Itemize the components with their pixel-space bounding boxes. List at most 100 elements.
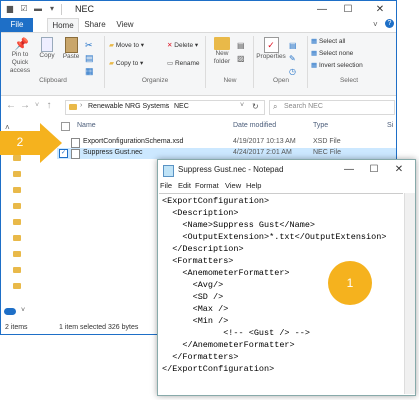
tab-share[interactable]: Share xyxy=(81,18,109,32)
delete-label: Delete xyxy=(174,42,194,49)
explorer-close-button[interactable]: ✕ xyxy=(365,1,395,18)
ribbon-collapse-icon[interactable]: ˅ xyxy=(373,20,378,29)
properties-button[interactable]: ✓ Properties xyxy=(256,37,286,61)
column-header-date[interactable]: Date modified xyxy=(233,122,276,129)
copy-to-button[interactable]: ▰ Copy to ▾ xyxy=(109,59,143,68)
address-dropdown-icon[interactable]: ˅ xyxy=(240,102,244,109)
rename-label: Rename xyxy=(174,60,200,67)
callout-2-label: 2 xyxy=(16,135,24,149)
code-line: </AnemometerFormatter> xyxy=(162,340,295,350)
notepad-maximize-button[interactable]: ☐ xyxy=(363,162,385,178)
refresh-icon[interactable]: ↻ xyxy=(252,102,259,111)
copy-button[interactable]: Copy xyxy=(36,37,58,60)
code-line: </Formatters> xyxy=(162,352,239,362)
back-icon[interactable]: ← xyxy=(5,100,17,111)
ribbon-separator xyxy=(104,36,105,88)
breadcrumb-separator: › xyxy=(80,102,83,109)
file-row-selected[interactable]: ✓ Suppress Gust.nec 4/24/2017 2:01 AM NE… xyxy=(57,148,396,159)
rename-icon: ▭ xyxy=(167,60,174,67)
file-type: XSD File xyxy=(313,138,341,145)
notepad-minimize-button[interactable]: — xyxy=(338,162,360,178)
copy-to-icon: ▰ xyxy=(109,60,114,67)
nav-folder-icon[interactable] xyxy=(13,267,21,273)
quick-access-new-folder-icon[interactable]: ▬ xyxy=(33,4,43,14)
breadcrumb-separator: › xyxy=(166,102,169,109)
quick-access-dropdown-icon[interactable]: ▾ xyxy=(47,4,57,14)
notepad-close-button[interactable]: ✕ xyxy=(388,162,410,178)
select-all-button[interactable]: ▦ Select all xyxy=(311,37,345,46)
address-row: ← → ˅ ↑ › Renewable NRG Systems › NEC ˅ … xyxy=(1,96,396,118)
pin-quick-access-label: Pin to Quick access xyxy=(9,51,31,74)
ribbon-separator xyxy=(253,36,254,88)
rename-button[interactable]: ▭ Rename xyxy=(167,59,200,68)
invert-selection-icon: ▦ xyxy=(311,62,318,69)
status-item-count: 2 items xyxy=(5,324,28,331)
copy-icon xyxy=(41,37,53,52)
clipboard-small-icons[interactable]: ✂ ▤ ▦ xyxy=(85,39,99,79)
file-row[interactable]: ExportConfigurationSchema.xsd 4/19/2017 … xyxy=(57,137,396,148)
forward-icon[interactable]: → xyxy=(19,100,31,111)
nav-folder-icon[interactable] xyxy=(13,203,21,209)
notepad-vertical-scrollbar[interactable] xyxy=(404,193,415,394)
code-line: </ExportConfiguration> xyxy=(162,364,275,374)
open-small-icons[interactable]: ▤ ✎ ◷ xyxy=(289,39,303,78)
paste-label: Paste xyxy=(62,53,80,60)
tab-view[interactable]: View xyxy=(113,18,137,32)
column-header-size[interactable]: Si xyxy=(387,122,393,129)
nec-file-icon xyxy=(71,149,80,159)
up-icon[interactable]: ↑ xyxy=(43,100,55,111)
invert-selection-button[interactable]: ▦ Invert selection xyxy=(311,61,363,70)
search-input[interactable]: ⌕ Search NEC xyxy=(269,100,395,115)
new-item-icons[interactable]: ▤ ▨ xyxy=(237,39,249,65)
pin-quick-access-button[interactable]: 📌 Pin to Quick access xyxy=(5,37,35,75)
properties-label: Properties xyxy=(256,53,286,60)
help-icon[interactable]: ? xyxy=(385,19,394,28)
nav-folder-icon[interactable] xyxy=(13,171,21,177)
code-line: <ExportConfiguration> xyxy=(162,196,270,206)
quick-access-properties-icon[interactable]: ☑ xyxy=(19,4,29,14)
menu-view[interactable]: View xyxy=(225,181,241,190)
code-line: <Min /> xyxy=(162,316,229,326)
search-icon: ⌕ xyxy=(273,102,278,111)
onedrive-icon[interactable] xyxy=(4,308,16,315)
notepad-app-icon xyxy=(163,165,174,177)
organize-group-label: Organize xyxy=(141,77,169,84)
nav-folder-icon[interactable] xyxy=(13,235,21,241)
tab-file[interactable]: File xyxy=(1,18,33,32)
move-to-button[interactable]: ▰ Move to ▾ xyxy=(109,41,144,50)
ribbon: 📌 Pin to Quick access Copy Paste ✂ ▤ ▦ Cli… xyxy=(1,32,396,96)
nav-folder-icon[interactable] xyxy=(13,251,21,257)
nav-folder-icon[interactable] xyxy=(13,219,21,225)
explorer-maximize-button[interactable]: ☐ xyxy=(337,1,359,18)
menu-edit[interactable]: Edit xyxy=(178,181,191,190)
file-date: 4/19/2017 10:13 AM xyxy=(233,138,296,145)
breadcrumb-item[interactable]: NEC xyxy=(174,103,189,110)
nav-folder-icon[interactable] xyxy=(13,283,21,289)
notepad-window: Suppress Gust.nec - Notepad — ☐ ✕ File E… xyxy=(157,159,416,396)
explorer-titlebar: ▆ ☑ ▬ ▾ NEC — ☐ ✕ xyxy=(1,1,396,18)
paste-button[interactable]: Paste xyxy=(60,37,82,61)
code-line: <Avg/> xyxy=(162,280,224,290)
nav-expand-icon[interactable]: ˅ xyxy=(21,307,25,314)
tab-home[interactable]: Home xyxy=(47,18,79,32)
file-name: Suppress Gust.nec xyxy=(83,149,143,156)
address-bar[interactable]: › Renewable NRG Systems › NEC ˅ ↻ xyxy=(65,100,265,115)
explorer-minimize-button[interactable]: — xyxy=(311,1,333,18)
delete-button[interactable]: ✕ Delete ▾ xyxy=(167,41,198,50)
explorer-title: NEC xyxy=(75,4,95,14)
new-folder-button[interactable]: New folder xyxy=(208,37,236,66)
recent-locations-icon[interactable]: ˅ xyxy=(31,102,43,109)
select-none-button[interactable]: ▦ Select none xyxy=(311,49,353,58)
breadcrumb-item[interactable]: Renewable NRG Systems xyxy=(88,103,169,110)
paste-icon xyxy=(64,37,78,53)
menu-format[interactable]: Format xyxy=(195,181,219,190)
copy-label: Copy xyxy=(39,52,55,59)
new-folder-icon xyxy=(214,37,230,50)
file-list-header: Name Date modified Type Si xyxy=(57,120,396,134)
select-none-label: Select none xyxy=(318,50,354,57)
nav-folder-icon[interactable] xyxy=(13,187,21,193)
column-header-type[interactable]: Type xyxy=(313,122,328,129)
column-header-name[interactable]: Name xyxy=(77,122,96,129)
menu-help[interactable]: Help xyxy=(246,181,261,190)
menu-file[interactable]: File xyxy=(160,181,172,190)
